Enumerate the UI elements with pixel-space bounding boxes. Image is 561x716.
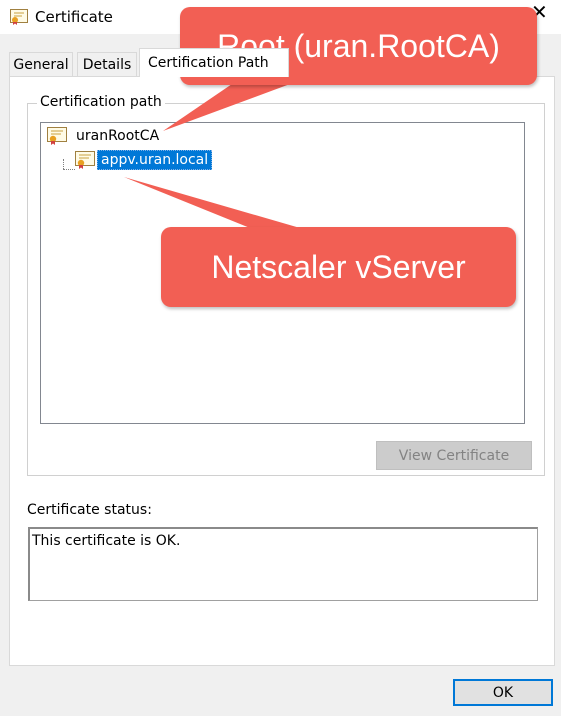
tree-label-appv: appv.uran.local — [97, 150, 213, 170]
tab-details[interactable]: Details — [77, 52, 137, 76]
tree-item-appv[interactable]: appv.uran.local — [75, 150, 213, 170]
netscaler-callout: Netscaler vServer — [161, 227, 516, 307]
window-title: Certificate — [35, 8, 113, 26]
tree-connector — [63, 159, 64, 169]
tab-panel: Certification path uranRootCA appv.uran.… — [9, 76, 555, 666]
certificate-icon — [10, 9, 28, 25]
group-legend: Certification path — [37, 94, 165, 110]
view-certificate-button[interactable]: View Certificate — [376, 441, 532, 470]
tab-certification-path[interactable]: Certification Path — [139, 48, 289, 77]
certificate-icon — [47, 127, 67, 145]
tab-general[interactable]: General — [9, 52, 73, 76]
certificate-status-box: This certificate is OK. — [28, 527, 538, 601]
tree-label-root: uranRootCA — [76, 128, 160, 144]
certificate-status-text: This certificate is OK. — [32, 533, 181, 549]
ok-button[interactable]: OK — [453, 679, 553, 706]
tree-connector — [63, 169, 75, 170]
certificate-icon — [75, 151, 95, 169]
certificate-status-label: Certificate status: — [27, 502, 152, 518]
tree-item-root[interactable]: uranRootCA — [47, 127, 162, 145]
